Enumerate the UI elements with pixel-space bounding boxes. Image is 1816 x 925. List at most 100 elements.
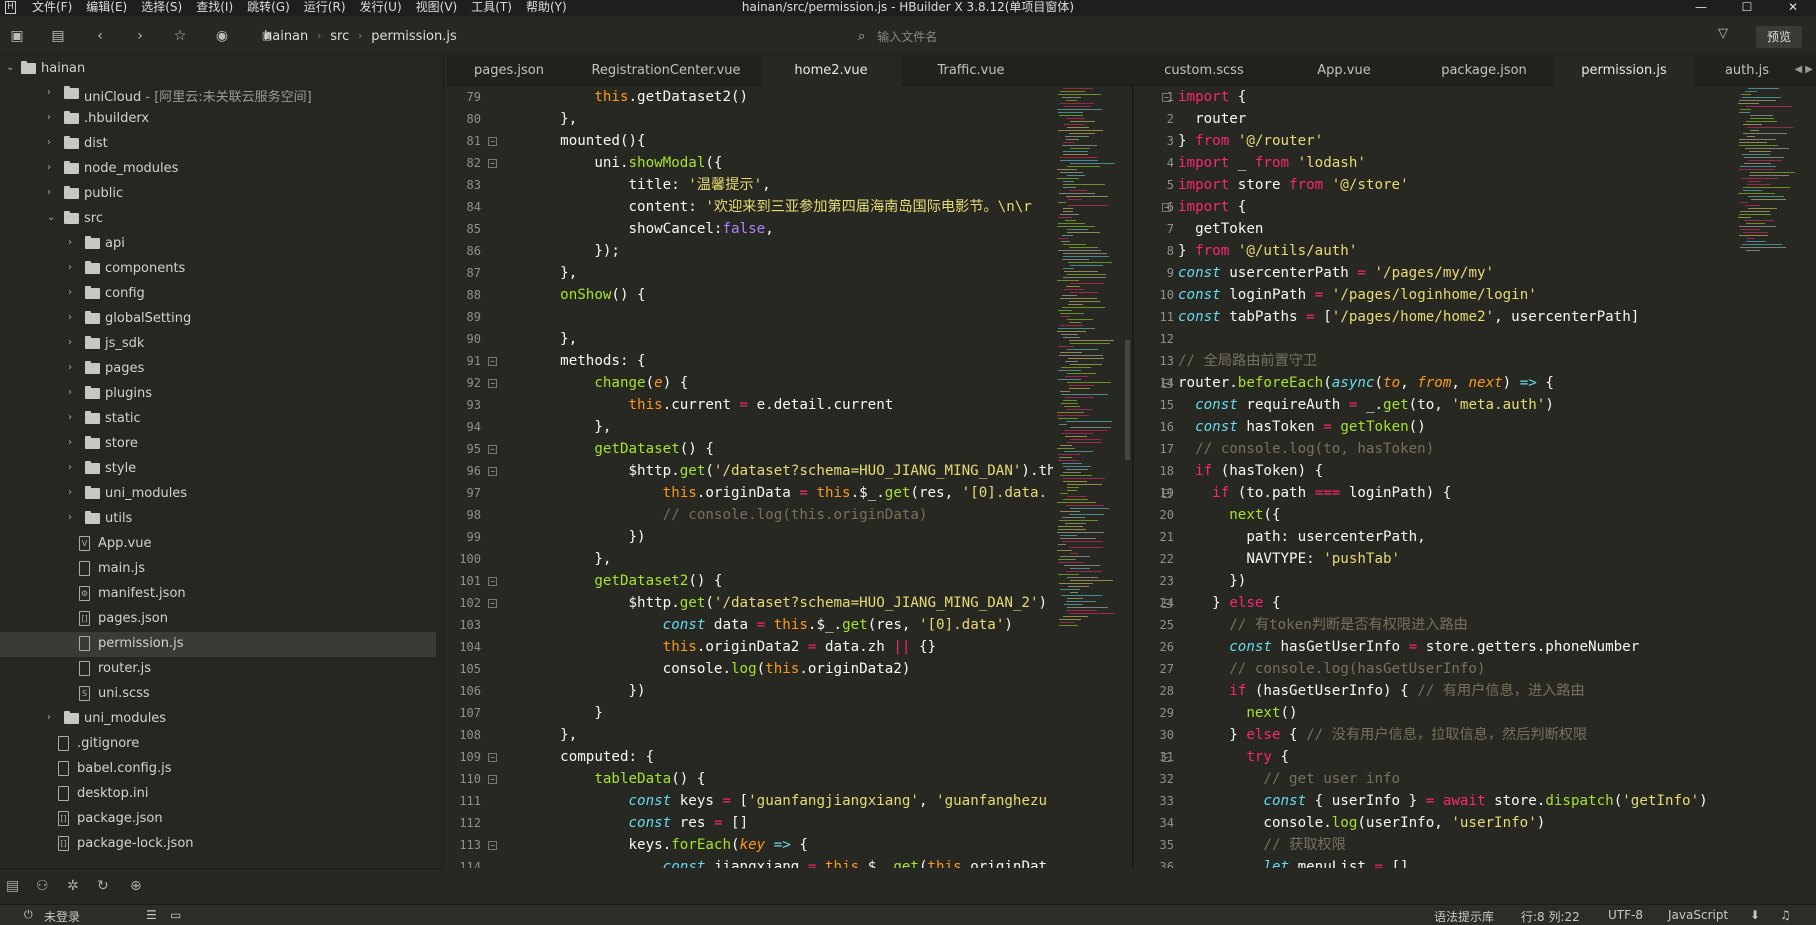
globe-icon[interactable]: ⊕ — [130, 878, 142, 894]
sidebar-item[interactable]: permission.js — [0, 632, 436, 657]
chevron-right-icon[interactable]: › — [47, 162, 51, 173]
menu-view[interactable]: 视图(V) — [416, 0, 458, 15]
chevron-right-icon[interactable]: › — [68, 437, 72, 448]
fold-icon[interactable]: − — [488, 775, 497, 784]
code-line[interactable]: 15 const requireAuth = _.get(to, 'meta.a… — [1160, 394, 1734, 416]
code-line[interactable]: 14− router.beforeEach(async(to, from, nex… — [1160, 372, 1734, 394]
sidebar-item[interactable]: › public — [0, 182, 436, 207]
code-line[interactable]: 91− methods: { — [447, 350, 1053, 372]
sidebar-item[interactable]: › style — [0, 457, 436, 482]
minimap-right[interactable] — [1734, 86, 1804, 868]
sidebar-item[interactable]: › static — [0, 407, 436, 432]
scrollbar-left[interactable] — [1125, 340, 1130, 460]
sidebar-item[interactable]: › js_sdk — [0, 332, 436, 357]
menu-goto[interactable]: 跳转(G) — [247, 0, 290, 15]
minimap-left[interactable] — [1053, 86, 1125, 868]
forward-arrow-icon[interactable]: › — [130, 26, 150, 46]
code-line[interactable]: 85 showCancel:false, — [447, 218, 1053, 240]
chevron-right-icon[interactable]: › — [68, 262, 72, 273]
code-line[interactable]: 21 path: usercenterPath, — [1160, 526, 1734, 548]
code-line[interactable]: 19− if (to.path === loginPath) { — [1160, 482, 1734, 504]
code-line[interactable]: 104 this.originData2 = data.zh || {} — [447, 636, 1053, 658]
code-line[interactable]: 86 }); — [447, 240, 1053, 262]
code-line[interactable]: 94 }, — [447, 416, 1053, 438]
code-line[interactable]: 111 const keys = ['guanfangjiangxiang', … — [447, 790, 1053, 812]
code-line[interactable]: 16 const hasToken = getToken() — [1160, 416, 1734, 438]
code-line[interactable]: 7 getToken — [1167, 218, 1734, 240]
fold-icon[interactable]: − — [1162, 379, 1171, 388]
fold-icon[interactable]: − — [488, 753, 497, 762]
sidebar-item[interactable]: › dist — [0, 132, 436, 157]
code-line[interactable]: 26 const hasGetUserInfo = store.getters.… — [1160, 636, 1734, 658]
code-line[interactable]: 24− } else { — [1160, 592, 1734, 614]
code-line[interactable]: 99 }) — [447, 526, 1053, 548]
code-line[interactable]: 36 let menuList = [] — [1160, 856, 1734, 868]
sidebar-item[interactable]: router.js — [0, 657, 436, 682]
debug-icon[interactable]: ✲ — [67, 878, 79, 894]
sidebar-item[interactable]: babel.config.js — [0, 757, 436, 782]
editor-permission-js[interactable]: 1− import {2 router 3} from '@/router' 4 imp… — [1134, 86, 1734, 868]
sidebar-item[interactable]: .gitignore — [0, 732, 436, 757]
code-line[interactable]: 20 next({ — [1160, 504, 1734, 526]
code-line[interactable]: 30 } else { // 没有用户信息，拉取信息，然后判断权限 — [1160, 724, 1734, 746]
code-line[interactable]: 82− uni.showModal({ — [447, 152, 1053, 174]
breadcrumb-project[interactable]: hainan — [264, 29, 308, 44]
code-line[interactable]: 34 console.log(userInfo, 'userInfo') — [1160, 812, 1734, 834]
tab-permission-js[interactable]: permission.js — [1554, 56, 1694, 86]
encoding[interactable]: UTF-8 — [1608, 908, 1643, 922]
chevron-right-icon[interactable]: › — [47, 112, 51, 123]
code-line[interactable]: 93 this.current = e.detail.current — [447, 394, 1053, 416]
code-line[interactable]: 97 this.originData = this.$_.get(res, '[… — [447, 482, 1053, 504]
grammar-hint[interactable]: 语法提示库 — [1434, 908, 1494, 925]
code-line[interactable]: 103 const data = this.$_.get(res, '[0].d… — [447, 614, 1053, 636]
chevron-right-icon[interactable]: › — [68, 387, 72, 398]
sidebar-item[interactable]: › pages — [0, 357, 436, 382]
code-line[interactable]: 35 // 获取权限 — [1160, 834, 1734, 856]
save-icon[interactable]: ▤ — [48, 26, 68, 46]
chevron-right-icon[interactable]: › — [68, 362, 72, 373]
chevron-right-icon[interactable]: › — [68, 287, 72, 298]
fold-icon[interactable]: − — [488, 159, 497, 168]
fold-icon[interactable]: − — [1162, 753, 1171, 762]
code-line[interactable]: 11 const tabPaths = ['/pages/home/home2',… — [1160, 306, 1734, 328]
download-icon[interactable]: ⬇ — [1750, 908, 1760, 922]
sidebar-item[interactable]: ⚙ manifest.json — [0, 582, 436, 607]
code-line[interactable]: 32 // get user info — [1160, 768, 1734, 790]
chevron-down-icon[interactable]: ⌄ — [47, 212, 55, 223]
code-line[interactable]: 79 this.getDataset2() — [447, 86, 1053, 108]
chevron-right-icon[interactable]: › — [47, 712, 51, 723]
code-line[interactable]: 10 const loginPath = '/pages/loginhome/lo… — [1160, 284, 1734, 306]
sidebar-item[interactable]: › plugins — [0, 382, 436, 407]
code-line[interactable]: 95− getDataset() { — [447, 438, 1053, 460]
close-button[interactable]: ✕ — [1770, 0, 1816, 15]
explorer-icon[interactable]: ▤ — [6, 878, 19, 894]
chevron-right-icon[interactable]: › — [68, 237, 72, 248]
chevron-right-icon[interactable]: › — [68, 487, 72, 498]
code-line[interactable]: 98 // console.log(this.originData) — [447, 504, 1053, 526]
chevron-right-icon[interactable]: › — [47, 87, 51, 98]
code-line[interactable]: 101− getDataset2() { — [447, 570, 1053, 592]
sidebar-item[interactable]: › components — [0, 257, 436, 282]
menu-select[interactable]: 选择(S) — [141, 0, 182, 15]
code-line[interactable]: 113− keys.forEach(key => { — [447, 834, 1053, 856]
back-arrow-icon[interactable]: ‹ — [90, 26, 110, 46]
menu-find[interactable]: 查找(I) — [196, 0, 233, 15]
tab-custom-scss[interactable]: custom.scss — [1134, 56, 1274, 86]
binoculars-icon[interactable]: ⚇ — [36, 878, 49, 894]
sidebar-item[interactable]: › .hbuilderx — [0, 107, 436, 132]
code-line[interactable]: 110− tableData() { — [447, 768, 1053, 790]
code-line[interactable]: 100 }, — [447, 548, 1053, 570]
code-line[interactable]: 6− import { — [1162, 196, 1734, 218]
code-line[interactable]: 108 }, — [447, 724, 1053, 746]
code-line[interactable]: 107 } — [447, 702, 1053, 724]
code-line[interactable]: 17 // console.log(to, hasToken) — [1160, 438, 1734, 460]
sidebar-item[interactable]: › api — [0, 232, 436, 257]
chevron-right-icon[interactable]: › — [47, 187, 51, 198]
fold-icon[interactable]: − — [1162, 489, 1171, 498]
menu-file[interactable]: 文件(F) — [32, 0, 72, 15]
chevron-right-icon[interactable]: › — [68, 512, 72, 523]
menu-edit[interactable]: 编辑(E) — [86, 0, 127, 15]
code-line[interactable]: 80 }, — [447, 108, 1053, 130]
breadcrumb-file[interactable]: permission.js — [371, 29, 457, 44]
tab-package-json[interactable]: package.json — [1414, 56, 1554, 86]
